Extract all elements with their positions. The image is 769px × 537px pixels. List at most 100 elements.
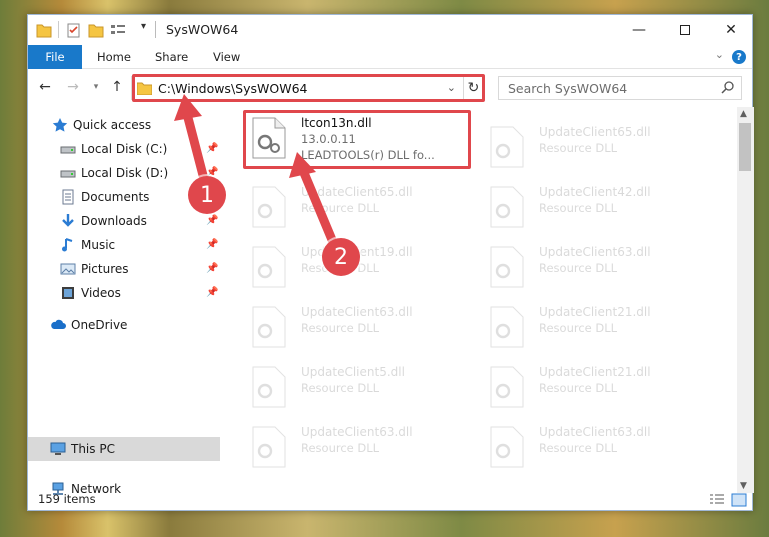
large-icons-view-icon[interactable] xyxy=(731,493,747,507)
scroll-thumb[interactable] xyxy=(739,123,751,171)
close-icon: ✕ xyxy=(725,22,737,38)
file-type: Resource DLL xyxy=(539,201,618,215)
dll-file-icon xyxy=(252,186,286,228)
file-item[interactable]: UpdateClient63.dll Resource DLL xyxy=(483,241,703,295)
tab-file[interactable]: File xyxy=(28,45,82,69)
file-name: UpdateClient65.dll xyxy=(539,125,651,139)
details-view-icon[interactable] xyxy=(709,493,725,507)
file-name: UpdateClient5.dll xyxy=(301,365,405,379)
sidebar-item-label: Downloads xyxy=(81,214,147,228)
sidebar-item-label: Quick access xyxy=(73,118,152,132)
dll-file-icon xyxy=(490,126,524,168)
dll-file-icon xyxy=(490,426,524,468)
sidebar-item-this-pc[interactable]: This PC xyxy=(50,438,115,460)
expand-ribbon-icon[interactable]: ⌄ xyxy=(715,48,724,61)
minimize-button[interactable]: — xyxy=(616,15,662,45)
new-folder-icon[interactable] xyxy=(88,21,104,39)
file-item[interactable]: UpdateClient63.dll Resource DLL xyxy=(483,421,703,475)
tab-share[interactable]: Share xyxy=(155,45,188,69)
pc-icon xyxy=(50,441,66,457)
pin-icon[interactable]: 📌 xyxy=(206,239,218,250)
drive-icon xyxy=(60,141,76,157)
search-box[interactable]: Search SysWOW64 xyxy=(498,76,742,100)
vertical-scrollbar[interactable]: ▲ ▼ xyxy=(737,107,754,493)
forward-arrow-icon: → xyxy=(67,79,79,95)
pin-icon[interactable]: 📌 xyxy=(206,215,218,226)
sidebar-item-videos[interactable]: Videos xyxy=(60,282,121,304)
pin-icon[interactable]: 📌 xyxy=(206,143,218,154)
file-name: UpdateClient63.dll xyxy=(539,425,651,439)
qa-divider xyxy=(58,21,59,38)
help-icon[interactable]: ? xyxy=(732,50,746,64)
file-type: Resource DLL xyxy=(539,321,618,335)
file-item[interactable]: UpdateClient63.dll Resource DLL xyxy=(245,301,465,355)
file-name: UpdateClient21.dll xyxy=(539,305,651,319)
pin-icon[interactable]: 📌 xyxy=(206,263,218,274)
navigation-pane: Quick access Local Disk (C:) 📌 Local Dis… xyxy=(28,107,220,496)
dll-file-icon xyxy=(252,246,286,288)
sidebar-item-label: OneDrive xyxy=(71,318,128,332)
documents-icon xyxy=(60,189,76,205)
sidebar-item-label: Local Disk (D:) xyxy=(81,166,169,180)
back-arrow-icon: ← xyxy=(39,79,51,95)
search-icon xyxy=(721,81,734,94)
sidebar-item-label: This PC xyxy=(71,442,115,456)
back-button[interactable]: ← xyxy=(36,77,54,97)
sidebar-item-quick-access[interactable]: Quick access xyxy=(52,114,151,136)
file-item[interactable]: UpdateClient21.dll Resource DLL xyxy=(483,301,703,355)
drive-icon xyxy=(60,165,76,181)
file-item[interactable]: UpdateClient63.dll Resource DLL xyxy=(245,421,465,475)
sidebar-item-downloads[interactable]: Downloads xyxy=(60,210,147,232)
chevron-down-icon: ▾ xyxy=(93,82,99,92)
customize-icon[interactable] xyxy=(110,21,128,39)
file-item[interactable]: UpdateClient21.dll Resource DLL xyxy=(483,361,703,415)
recent-locations-button[interactable]: ▾ xyxy=(90,77,102,97)
explorer-window: ▾ SysWOW64 — ✕ File Home Share View ⌄ ? … xyxy=(27,14,754,511)
sidebar-item-label: Music xyxy=(81,238,116,252)
search-input[interactable]: Search SysWOW64 xyxy=(508,81,627,96)
file-type: Resource DLL xyxy=(539,141,618,155)
file-type: Resource DLL xyxy=(301,381,380,395)
download-icon xyxy=(60,213,76,229)
dll-file-icon xyxy=(252,306,286,348)
tab-home[interactable]: Home xyxy=(97,45,131,69)
up-button[interactable]: ↑ xyxy=(108,77,126,97)
status-bar: 159 items xyxy=(28,489,752,511)
pin-icon[interactable]: 📌 xyxy=(206,287,218,298)
sidebar-item-documents[interactable]: Documents xyxy=(60,186,149,208)
title-divider xyxy=(155,21,156,38)
file-name: UpdateClient42.dll xyxy=(539,185,651,199)
file-type: Resource DLL xyxy=(301,201,380,215)
file-highlight-box xyxy=(243,110,471,169)
sidebar-item-local-disk-d[interactable]: Local Disk (D:) xyxy=(60,162,168,184)
sidebar-item-music[interactable]: Music xyxy=(60,234,115,256)
file-item[interactable]: UpdateClient5.dll Resource DLL xyxy=(245,361,465,415)
folder-icon xyxy=(36,24,52,38)
file-name: UpdateClient21.dll xyxy=(539,365,651,379)
sidebar-item-label: Local Disk (C:) xyxy=(81,142,168,156)
qa-dropdown-icon[interactable]: ▾ xyxy=(141,21,146,32)
dll-file-icon xyxy=(490,306,524,348)
properties-icon[interactable] xyxy=(66,21,82,39)
scroll-up-icon[interactable]: ▲ xyxy=(740,109,747,119)
file-item[interactable]: UpdateClient42.dll Resource DLL xyxy=(483,181,703,235)
forward-button[interactable]: → xyxy=(64,77,82,97)
tab-view[interactable]: View xyxy=(213,45,240,69)
item-count: 159 items xyxy=(38,492,96,506)
file-item[interactable]: UpdateClient65.dll Resource DLL xyxy=(483,121,703,175)
file-name: UpdateClient63.dll xyxy=(301,305,413,319)
file-name: UpdateClient63.dll xyxy=(539,245,651,259)
sidebar-item-pictures[interactable]: Pictures xyxy=(60,258,129,280)
file-type: Resource DLL xyxy=(539,441,618,455)
close-button[interactable]: ✕ xyxy=(708,15,754,45)
dll-file-icon xyxy=(490,366,524,408)
dll-file-icon xyxy=(252,426,286,468)
maximize-button[interactable] xyxy=(662,15,708,45)
sidebar-item-onedrive[interactable]: OneDrive xyxy=(50,314,127,336)
file-type: Resource DLL xyxy=(301,321,380,335)
cloud-icon xyxy=(50,317,66,333)
file-item[interactable]: UpdateClient65.dll Resource DLL xyxy=(245,181,465,235)
sidebar-item-local-disk-c[interactable]: Local Disk (C:) xyxy=(60,138,167,160)
dll-file-icon xyxy=(252,366,286,408)
star-icon xyxy=(52,117,68,133)
